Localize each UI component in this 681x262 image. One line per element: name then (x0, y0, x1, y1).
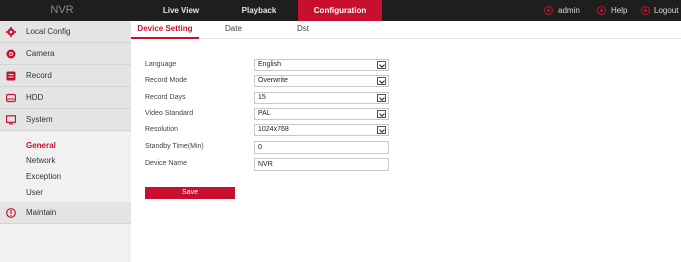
sidebar-item-system[interactable]: System (0, 109, 131, 131)
sidebar-subitem-user[interactable]: User (26, 185, 43, 200)
resolution-select[interactable]: 1024x768 (254, 124, 389, 136)
chevron-down-icon (377, 94, 386, 102)
video-standard-value: PAL (258, 110, 271, 117)
device-name-input[interactable]: NVR (254, 158, 389, 171)
video-standard-label: Video Standard (145, 110, 194, 117)
main-content: Device Setting Date Dst Language English… (131, 21, 681, 262)
record-mode-select[interactable]: Overwrite (254, 75, 389, 87)
user-icon (544, 6, 553, 15)
sidebar-item-label: HDD (26, 93, 44, 102)
help-link[interactable]: Help (611, 0, 627, 21)
hdd-icon (6, 93, 16, 103)
resolution-value: 1024x768 (258, 126, 289, 133)
tab-configuration[interactable]: Configuration (298, 0, 382, 21)
sidebar-subitem-network[interactable]: Network (26, 153, 55, 168)
chevron-down-icon (377, 61, 386, 69)
tab-playback[interactable]: Playback (220, 0, 298, 21)
tab-dst[interactable]: Dst (297, 21, 309, 39)
record-days-label: Record Days (145, 94, 186, 101)
monitor-icon (6, 115, 16, 125)
chevron-down-icon (377, 110, 386, 118)
tab-date[interactable]: Date (225, 21, 242, 39)
camera-icon (6, 49, 16, 59)
logout-link[interactable]: Logout (654, 0, 678, 21)
gear-icon (6, 27, 16, 37)
sidebar-item-local-config[interactable]: Local Config (0, 21, 131, 43)
record-mode-value: Overwrite (258, 77, 288, 84)
tab-device-setting[interactable]: Device Setting (131, 21, 199, 39)
tab-live-view[interactable]: Live View (142, 0, 220, 21)
sidebar-item-label: Record (26, 71, 52, 80)
logout-icon (641, 6, 650, 15)
sidebar-item-label: Local Config (26, 27, 71, 36)
info-icon (6, 208, 16, 218)
device-name-label: Device Name (145, 160, 188, 167)
standby-time-label: Standby Time(Min) (145, 143, 204, 150)
sidebar-subitem-general[interactable]: General (26, 138, 56, 153)
sub-tab-bar: Device Setting Date Dst (131, 21, 681, 39)
brand-logo: NVR (50, 4, 74, 16)
record-days-select[interactable]: 15 (254, 92, 389, 104)
sidebar-item-label: Camera (26, 49, 55, 58)
sidebar-item-record[interactable]: Record (0, 65, 131, 87)
record-days-value: 15 (258, 94, 266, 101)
sidebar-item-label: Maintain (26, 208, 57, 217)
language-label: Language (145, 61, 177, 68)
chevron-down-icon (377, 126, 386, 134)
sidebar: Local Config Camera Record HDD System Ge… (0, 21, 131, 262)
sidebar-item-camera[interactable]: Camera (0, 43, 131, 65)
user-admin-link[interactable]: admin (558, 0, 580, 21)
language-value: English (258, 61, 281, 68)
top-navigation-bar: NVR Live View Playback Configuration adm… (0, 0, 681, 21)
sidebar-item-maintain[interactable]: Maintain (0, 202, 131, 224)
language-select[interactable]: English (254, 59, 389, 71)
resolution-label: Resolution (145, 126, 179, 133)
standby-time-input[interactable]: 0 (254, 141, 389, 154)
save-button[interactable]: Save (145, 187, 235, 199)
video-standard-select[interactable]: PAL (254, 108, 389, 120)
help-icon (597, 6, 606, 15)
sidebar-item-label: System (26, 115, 53, 124)
record-mode-label: Record Mode (145, 77, 188, 84)
chevron-down-icon (377, 77, 386, 85)
sidebar-subitem-exception[interactable]: Exception (26, 169, 61, 184)
record-icon (6, 71, 16, 81)
sidebar-item-hdd[interactable]: HDD (0, 87, 131, 109)
